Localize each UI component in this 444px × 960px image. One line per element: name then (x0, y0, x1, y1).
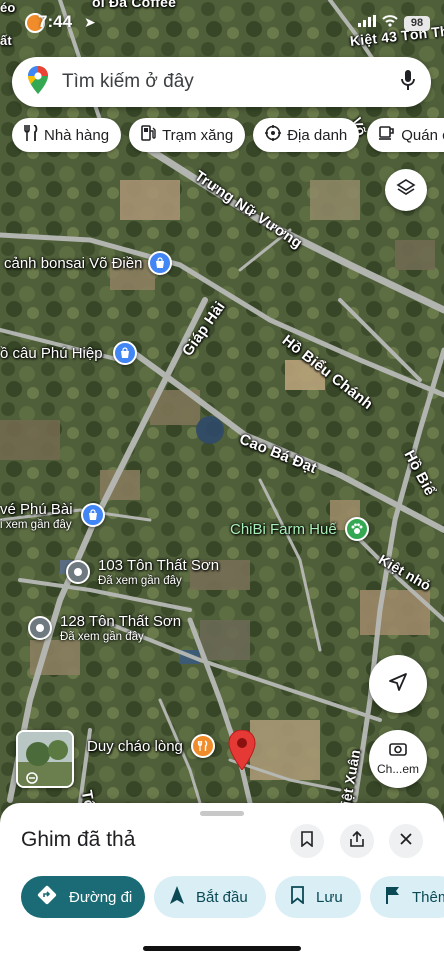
close-icon (400, 832, 412, 850)
more-label: Thêm (412, 888, 444, 906)
shopping-bag-icon (80, 503, 105, 527)
street-view-thumbnail[interactable] (16, 730, 74, 788)
shopping-bag-icon (148, 251, 173, 275)
microphone-icon[interactable] (401, 69, 415, 95)
poi-128-ton-that-son[interactable]: 128 Tôn Thất Sơn Đã xem gần đây (28, 613, 181, 643)
poi-chibi-farm[interactable]: ChiBi Farm Huế (230, 517, 369, 541)
fork-knife-icon (24, 124, 38, 145)
poi-phu-bai[interactable]: vé Phú Bài i xem gần đây (0, 501, 105, 531)
share-button[interactable] (340, 824, 374, 858)
chip-restaurants[interactable]: Nhà hàng (12, 118, 122, 152)
poi-duy-chao-long[interactable]: Duy cháo lòng (87, 734, 215, 758)
chip-cafes[interactable]: Quán c (367, 118, 444, 152)
navigation-arrow-icon (170, 886, 184, 908)
bookmark-icon (301, 830, 313, 852)
my-location-button[interactable] (369, 655, 427, 713)
close-button[interactable] (389, 824, 423, 858)
chip-landmarks[interactable]: Địa danh (253, 118, 360, 152)
visited-pin-icon (28, 616, 52, 640)
directions-icon (37, 885, 57, 909)
fork-knife-icon (190, 734, 215, 758)
bookmark-icon (291, 886, 304, 908)
landmark-icon (265, 125, 282, 145)
search-bar[interactable]: Tìm kiếm ở đây (12, 57, 431, 107)
chat-button[interactable]: Ch...em (369, 730, 427, 788)
coffee-icon (379, 126, 395, 144)
camera-icon (389, 742, 407, 761)
search-input[interactable]: Tìm kiếm ở đây (62, 71, 401, 93)
google-maps-pin-icon (28, 65, 48, 99)
start-button[interactable]: Bắt đầu (154, 876, 266, 918)
chip-gas-stations[interactable]: Trạm xăng (129, 118, 246, 152)
status-time: 7:44 (38, 12, 73, 31)
save-icon-button[interactable] (290, 824, 324, 858)
navigation-arrow-icon (388, 672, 408, 697)
visited-pin-icon (66, 560, 90, 584)
location-arrow-icon: ➤ (84, 14, 96, 30)
chip-label: Địa danh (287, 126, 348, 144)
poi-103-ton-that-son[interactable]: 103 Tôn Thất Sơn Đã xem gần đây (66, 557, 219, 587)
battery-icon: 98 (404, 15, 430, 31)
directions-label: Đường đi (69, 888, 133, 906)
poi-phu-hiep[interactable]: ồ câu Phú Hiệp (0, 341, 137, 365)
poi-bonsai-vo-dien[interactable]: cảnh bonsai Võ Điền (4, 251, 173, 275)
directions-button[interactable]: Đường đi (21, 876, 145, 918)
chat-label: Ch...em (376, 762, 419, 776)
action-buttons: Đường đi Bắt đầu Lưu Thêm (21, 876, 444, 918)
chip-label: Quán c (401, 126, 444, 144)
save-button[interactable]: Lưu (275, 876, 361, 918)
sheet-handle[interactable] (200, 811, 244, 816)
shopping-bag-icon (112, 341, 137, 365)
layers-icon (396, 178, 416, 203)
place-sheet[interactable]: Ghim đã thả Đường đi Bắt đầu Lưu Thê (0, 803, 444, 960)
flag-icon (386, 886, 400, 908)
street-view-image (18, 732, 72, 786)
signal-icon (358, 14, 376, 32)
paw-icon (344, 517, 369, 541)
sheet-title: Ghim đã thả (21, 828, 136, 851)
status-bar: 7:44 ➤ 98 (0, 0, 444, 46)
layers-button[interactable] (385, 169, 427, 211)
start-label: Bắt đầu (196, 888, 248, 906)
save-label: Lưu (316, 888, 343, 906)
chip-label: Trạm xăng (162, 126, 234, 144)
wifi-icon (382, 14, 398, 32)
dropped-pin-icon[interactable] (228, 729, 256, 771)
more-button[interactable]: Thêm (370, 876, 444, 918)
gas-station-icon (141, 125, 156, 145)
share-icon (350, 830, 364, 852)
home-indicator (143, 946, 301, 951)
chip-label: Nhà hàng (44, 126, 110, 144)
category-chips: Nhà hàng Trạm xăng Địa danh Quán c (12, 118, 444, 152)
